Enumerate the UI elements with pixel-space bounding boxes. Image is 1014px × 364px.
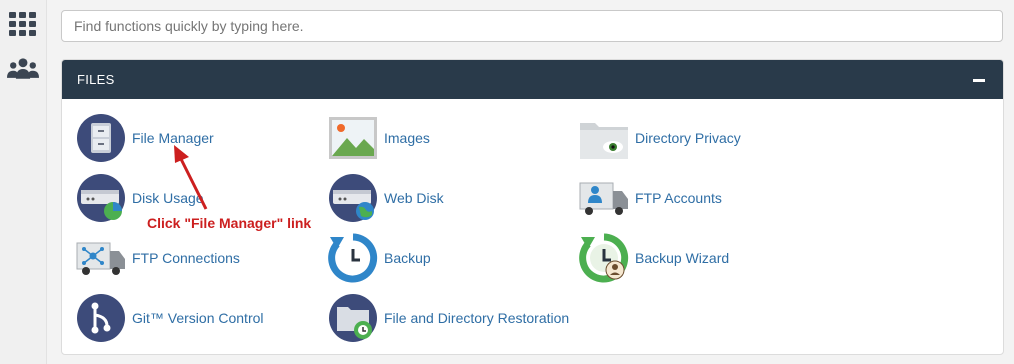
ftp-accounts-icon	[579, 182, 628, 215]
item-label: Backup	[384, 250, 431, 266]
annotation-text: Click "File Manager" link	[147, 215, 312, 231]
item-label: Git™ Version Control	[132, 310, 264, 326]
file-manager-icon	[77, 114, 125, 162]
search-box	[61, 10, 1003, 42]
item-label: Web Disk	[384, 190, 444, 206]
item-label: Disk Usage	[132, 190, 204, 206]
git-version-control-link[interactable]: Git™ Version Control	[76, 292, 264, 344]
grid-icon[interactable]	[7, 8, 39, 40]
item-label: FTP Connections	[132, 250, 240, 266]
left-sidebar	[0, 0, 47, 364]
web-disk-icon	[329, 174, 377, 222]
backup-link[interactable]: Backup	[328, 232, 431, 284]
file-restoration-icon	[329, 294, 377, 342]
users-icon[interactable]	[7, 53, 39, 85]
images-link[interactable]: Images	[328, 112, 430, 164]
ftp-connections-link[interactable]: FTP Connections	[76, 232, 240, 284]
directory-privacy-link[interactable]: Directory Privacy	[579, 112, 741, 164]
web-disk-link[interactable]: Web Disk	[328, 172, 444, 224]
ftp-connections-icon	[76, 242, 125, 275]
item-label: FTP Accounts	[635, 190, 722, 206]
git-icon	[77, 294, 125, 342]
backup-icon	[328, 233, 378, 283]
collapse-icon[interactable]	[971, 72, 987, 88]
file-manager-link[interactable]: File Manager	[76, 112, 214, 164]
item-label: Images	[384, 130, 430, 146]
ftp-accounts-link[interactable]: FTP Accounts	[579, 172, 722, 224]
item-label: File and Directory Restoration	[384, 310, 570, 326]
files-panel: FILES File Manager Images Directory Priv…	[61, 59, 1004, 355]
disk-usage-icon	[77, 174, 125, 222]
backup-wizard-icon	[579, 233, 629, 283]
item-label: File Manager	[132, 130, 214, 146]
panel-header: FILES	[62, 60, 1003, 99]
file-restoration-link[interactable]: File and Directory Restoration	[328, 292, 569, 344]
search-input[interactable]	[62, 11, 1002, 41]
images-icon	[329, 117, 377, 159]
item-label: Backup Wizard	[635, 250, 730, 266]
backup-wizard-link[interactable]: Backup Wizard	[579, 232, 729, 284]
directory-privacy-icon	[580, 123, 628, 159]
item-label: Directory Privacy	[635, 130, 741, 146]
panel-title: FILES	[77, 72, 115, 87]
